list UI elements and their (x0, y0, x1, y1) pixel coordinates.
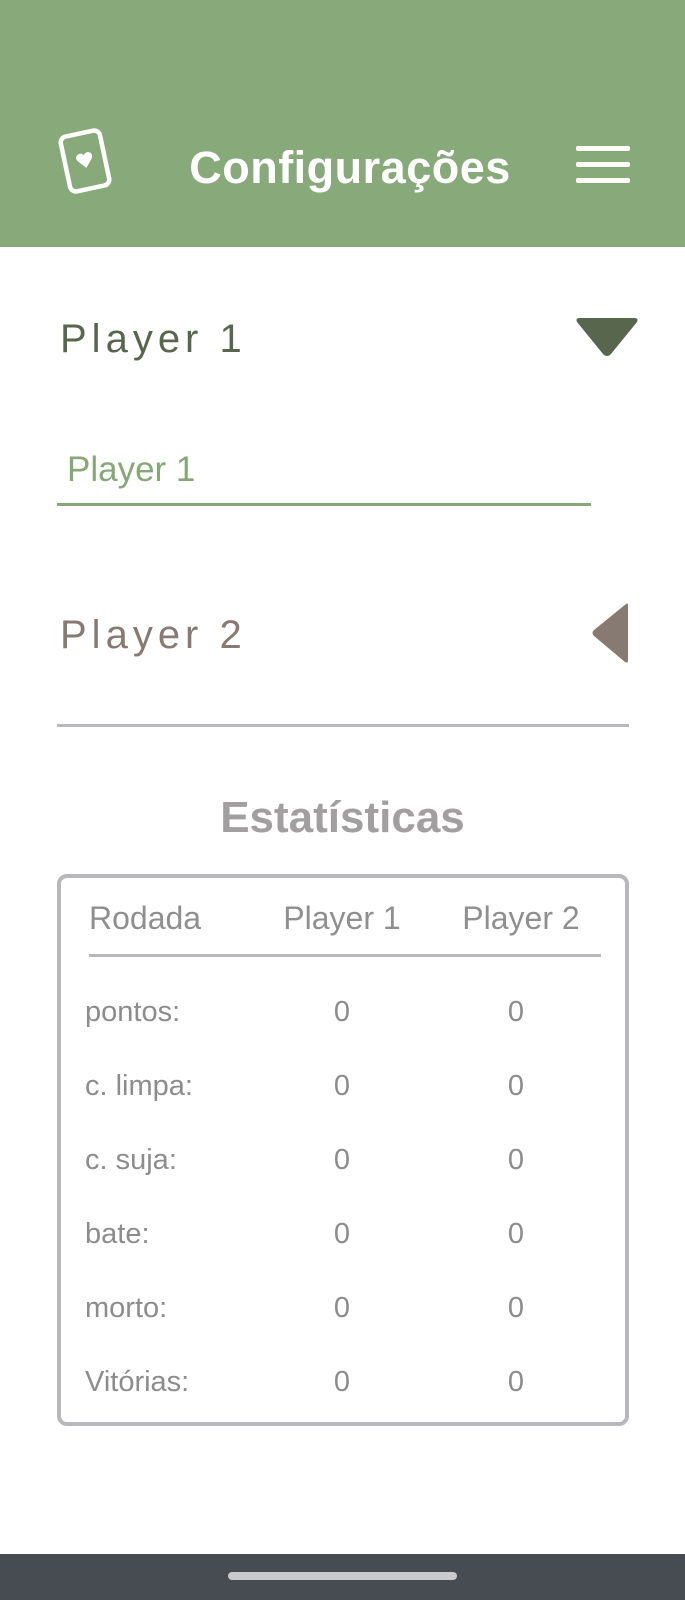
stats-table: Rodada Player 1 Player 2 pontos: 0 0 c. … (57, 874, 629, 1426)
stats-header-row: Rodada Player 1 Player 2 (61, 898, 625, 942)
player1-section-title: Player 1 (60, 317, 247, 361)
row-label: bate: (85, 1218, 150, 1250)
table-row: Vitórias: 0 0 (61, 1362, 625, 1402)
home-indicator[interactable] (228, 1572, 457, 1580)
row-label: Vitórias: (85, 1366, 190, 1398)
row-value-player2: 0 (507, 1218, 525, 1250)
card-heart-icon (56, 128, 114, 194)
table-row: pontos: 0 0 (61, 992, 625, 1032)
triangle-down-icon[interactable] (574, 318, 640, 358)
table-row: c. suja: 0 0 (61, 1140, 625, 1180)
header-rodada: Rodada (89, 900, 202, 936)
table-row: bate: 0 0 (61, 1214, 625, 1254)
system-nav-bar (0, 1554, 685, 1600)
page-title: Configurações (189, 142, 511, 193)
row-value-player2: 0 (507, 996, 525, 1028)
row-value-player2: 0 (507, 1292, 525, 1324)
row-value-player1: 0 (333, 1144, 351, 1176)
header-divider (89, 954, 601, 957)
row-value-player1: 0 (333, 1070, 351, 1102)
row-label: c. suja: (85, 1144, 177, 1176)
table-row: morto: 0 0 (61, 1288, 625, 1328)
app-bar: Configurações (0, 0, 685, 247)
row-label: c. limpa: (85, 1070, 193, 1102)
player1-name-field[interactable] (57, 440, 591, 506)
row-value-player1: 0 (333, 996, 351, 1028)
player1-name-input[interactable] (67, 440, 577, 500)
triangle-left-icon[interactable] (590, 602, 630, 664)
row-value-player2: 0 (507, 1144, 525, 1176)
row-value-player2: 0 (507, 1070, 525, 1102)
row-value-player1: 0 (333, 1366, 351, 1398)
row-label: pontos: (85, 996, 181, 1028)
hamburger-menu-icon[interactable] (574, 140, 634, 190)
player2-section-title: Player 2 (60, 613, 247, 657)
table-row: c. limpa: 0 0 (61, 1066, 625, 1106)
row-value-player1: 0 (333, 1292, 351, 1324)
stats-title: Estatísticas (220, 793, 465, 842)
row-value-player2: 0 (507, 1366, 525, 1398)
row-value-player1: 0 (333, 1218, 351, 1250)
header-player2: Player 2 (462, 900, 580, 936)
header-player1: Player 1 (283, 900, 401, 936)
row-label: morto: (85, 1292, 168, 1324)
section-divider (57, 724, 629, 727)
